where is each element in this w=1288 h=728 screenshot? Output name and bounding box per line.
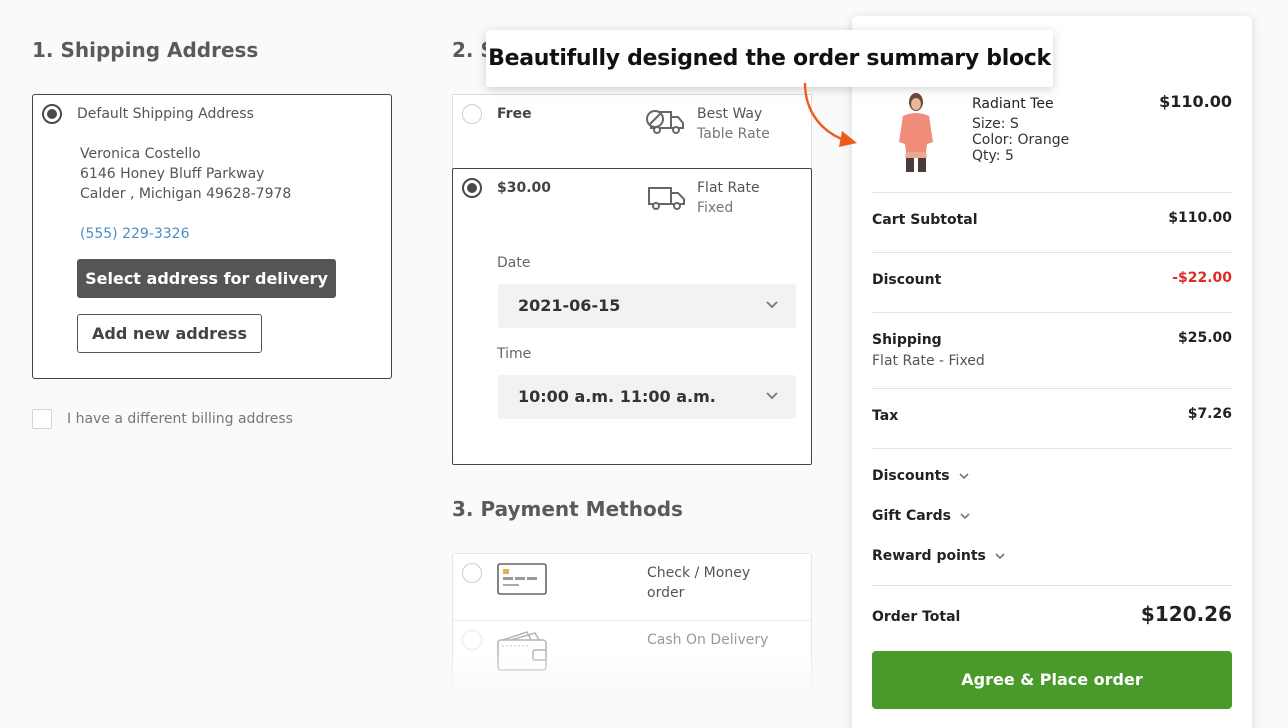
subtotal-value: $110.00 <box>1168 210 1232 226</box>
shipping-method-label: Flat Rate - Fixed <box>872 353 985 369</box>
tax-value: $7.26 <box>1187 406 1232 422</box>
shipping-flat-method: Fixed <box>697 200 734 216</box>
default-address-label: Default Shipping Address <box>77 106 254 122</box>
summary-divider <box>872 312 1232 313</box>
summary-divider <box>872 192 1232 193</box>
summary-divider <box>872 388 1232 389</box>
payment-check-label-1: Check / Money <box>647 565 751 581</box>
summary-divider <box>872 448 1232 449</box>
billing-address-checkbox[interactable] <box>32 409 52 429</box>
subtotal-label: Cart Subtotal <box>872 212 978 228</box>
chevron-down-icon <box>960 513 970 520</box>
address-city: Calder , Michigan 49628-7978 <box>80 186 292 202</box>
date-select-value: 2021-06-15 <box>518 296 621 315</box>
date-label: Date <box>497 255 531 271</box>
chevron-down-icon <box>766 301 778 309</box>
shipping-free-carrier: Best Way <box>697 106 763 122</box>
place-order-button[interactable]: Agree & Place order <box>872 651 1232 709</box>
tax-label: Tax <box>872 408 899 424</box>
summary-divider <box>872 252 1232 253</box>
discount-value: -$22.00 <box>1172 270 1232 286</box>
product-price: $110.00 <box>1159 92 1232 111</box>
shipping-free-radio[interactable] <box>462 104 482 124</box>
address-name: Veronica Costello <box>80 146 201 162</box>
time-select-value: 10:00 a.m. 11:00 a.m. <box>518 387 716 406</box>
chevron-down-icon <box>766 392 778 400</box>
product-name: Radiant Tee <box>972 96 1054 112</box>
discounts-toggle-label: Discounts <box>872 468 950 484</box>
address-phone-link[interactable]: (555) 229-3326 <box>80 224 190 244</box>
gift-cards-toggle-label: Gift Cards <box>872 508 951 524</box>
payment-check-label-2: order <box>647 585 685 601</box>
product-qty: Qty: 5 <box>972 148 1014 164</box>
address-street: 6146 Honey Bluff Parkway <box>80 166 265 182</box>
chevron-down-icon <box>995 553 1005 560</box>
payment-cod-radio[interactable] <box>462 630 482 650</box>
discounts-toggle[interactable]: Discounts <box>872 468 970 484</box>
time-select[interactable]: 10:00 a.m. 11:00 a.m. <box>498 375 796 419</box>
chevron-down-icon <box>959 473 969 480</box>
billing-address-label: I have a different billing address <box>67 411 293 427</box>
callout-arrow-icon <box>803 82 857 147</box>
shipping-value: $25.00 <box>1177 330 1232 346</box>
reward-points-toggle-label: Reward points <box>872 548 986 564</box>
default-address-radio[interactable] <box>42 104 62 124</box>
gift-cards-toggle[interactable]: Gift Cards <box>872 508 971 524</box>
shipping-free-price: Free <box>497 106 532 122</box>
scroll-fade <box>440 650 840 728</box>
date-select[interactable]: 2021-06-15 <box>498 284 796 328</box>
shipping-label: Shipping <box>872 332 942 348</box>
callout-banner: Beautifully designed the order summary b… <box>486 30 1053 87</box>
time-label: Time <box>497 346 532 362</box>
order-total-value: $120.26 <box>1140 602 1232 626</box>
credit-card-icon <box>497 563 547 599</box>
shipping-flat-radio[interactable] <box>462 178 482 198</box>
payment-methods-title: 3. Payment Methods <box>452 497 683 521</box>
shipping-flat-carrier: Flat Rate <box>697 180 760 196</box>
select-address-button[interactable]: Select address for delivery <box>77 259 336 298</box>
reward-points-toggle[interactable]: Reward points <box>872 548 1006 564</box>
add-address-button[interactable]: Add new address <box>77 314 262 353</box>
truck-icon <box>647 184 687 216</box>
discount-label: Discount <box>872 272 942 288</box>
truck-free-icon <box>645 108 685 140</box>
shipping-free-method: Table Rate <box>697 126 770 142</box>
summary-divider <box>872 585 1232 586</box>
product-image <box>893 92 939 180</box>
payment-divider <box>453 620 811 621</box>
shipping-address-title: 1. Shipping Address <box>32 38 259 62</box>
payment-check-radio[interactable] <box>462 563 482 583</box>
shipping-flat-price: $30.00 <box>497 180 552 196</box>
order-total-label: Order Total <box>872 609 961 625</box>
payment-cod-label: Cash On Delivery <box>647 632 769 648</box>
